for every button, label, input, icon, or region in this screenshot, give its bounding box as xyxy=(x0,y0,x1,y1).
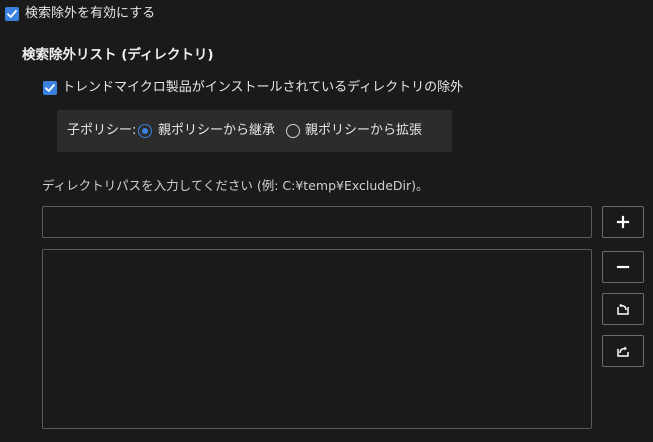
remove-button[interactable] xyxy=(602,251,644,283)
minus-icon xyxy=(616,265,630,269)
exclusion-settings-panel: 検索除外を有効にする 検索除外リスト (ディレクトリ) トレンドマイクロ製品がイ… xyxy=(0,0,653,442)
directory-path-input[interactable] xyxy=(42,206,592,238)
radio-extend[interactable] xyxy=(286,124,300,138)
path-hint: ディレクトリパスを入力してください (例: C:¥temp¥ExcludeDir… xyxy=(42,178,429,193)
add-button[interactable] xyxy=(602,206,644,238)
directory-list[interactable] xyxy=(42,249,592,429)
child-policy-label: 子ポリシー: xyxy=(67,123,137,138)
exclude-trend-dirs-label: トレンドマイクロ製品がインストールされているディレクトリの除外 xyxy=(62,80,464,95)
radio-inherit[interactable] xyxy=(138,124,152,138)
enable-exclusion-checkbox[interactable] xyxy=(5,7,19,21)
import-button[interactable] xyxy=(602,293,644,325)
export-button[interactable] xyxy=(602,335,644,367)
check-icon xyxy=(45,84,55,92)
radio-extend-label[interactable]: 親ポリシーから拡張 xyxy=(305,123,422,139)
check-icon xyxy=(7,10,17,18)
plus-icon xyxy=(616,215,630,229)
section-title: 検索除外リスト (ディレクトリ) xyxy=(22,47,214,63)
enable-exclusion-label: 検索除外を有効にする xyxy=(25,6,156,21)
export-icon xyxy=(617,346,629,357)
exclude-trend-dirs-checkbox[interactable] xyxy=(43,81,57,95)
import-icon xyxy=(617,303,629,315)
radio-inherit-label[interactable]: 親ポリシーから継承 xyxy=(158,123,275,139)
